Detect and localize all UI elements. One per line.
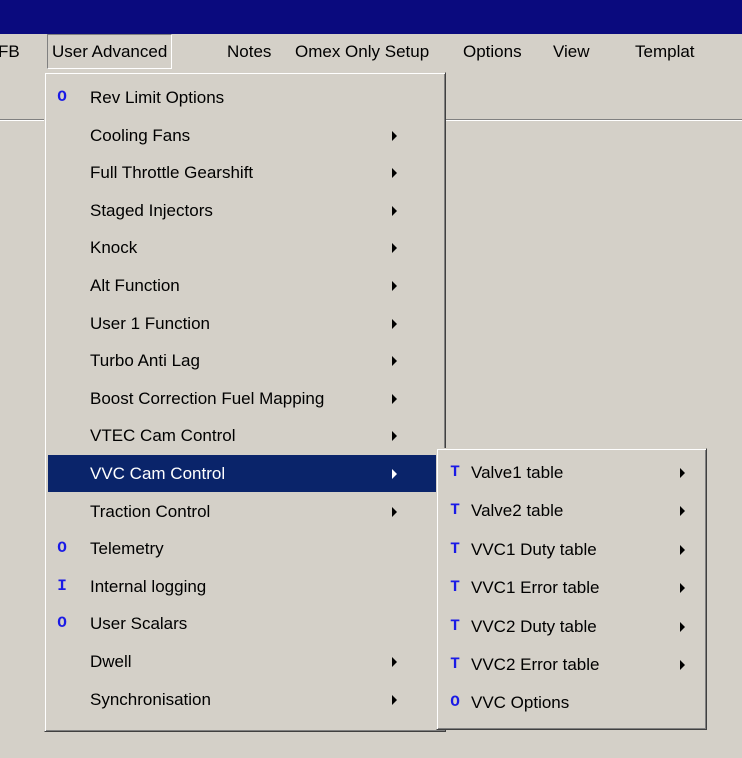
menu-item-label: Knock	[90, 238, 138, 258]
submenu-arrow-icon	[392, 168, 397, 179]
menu-view[interactable]: View	[549, 34, 594, 69]
menu-item-label: Rev Limit Options	[90, 88, 225, 107]
submenu-arrow-icon	[392, 657, 397, 667]
menu-item-rev-limit-options[interactable]: O Rev Limit Options	[48, 79, 442, 116]
submenu-arrow-icon	[392, 506, 397, 517]
submenu-arrow-icon	[392, 356, 397, 367]
menu-item-label: Turbo Anti Lag	[90, 351, 200, 371]
menu-item-alt-function[interactable]: Alt Function	[48, 267, 442, 304]
menu-item-user-scalars[interactable]: O User Scalars	[48, 605, 442, 642]
submenu-arrow-icon	[680, 583, 685, 594]
submenu-arrow-icon	[680, 468, 685, 478]
user-advanced-menu: O Rev Limit Options Cooling Fans Full Throt…	[44, 72, 446, 732]
submenu-arrow-icon	[680, 506, 685, 517]
submenu-item-vvc2-duty-table[interactable]: T VVC2 Duty table	[440, 608, 703, 645]
menu-item-label: Alt Function	[90, 276, 180, 295]
menu-item-label: VVC1 Duty table	[471, 539, 597, 559]
menu-item-boost-correction-fuel-mapping[interactable]: Boost Correction Fuel Mapping	[48, 380, 442, 417]
menu-item-dwell[interactable]: Dwell	[48, 643, 442, 680]
menu-item-label: Valve1 table	[471, 463, 564, 482]
menu-item-knock[interactable]: Knock	[48, 229, 442, 266]
submenu-item-vvc-options[interactable]: O VVC Options	[440, 684, 703, 721]
submenu-arrow-icon	[392, 243, 397, 254]
submenu-arrow-icon	[392, 694, 397, 705]
menu-fb[interactable]: FB	[0, 34, 24, 69]
menu-item-vtec-cam-control[interactable]: VTEC Cam Control	[48, 417, 442, 454]
submenu-arrow-icon	[392, 130, 397, 141]
menu-item-vvc-cam-control[interactable]: VVC Cam Control	[48, 455, 442, 492]
submenu-arrow-icon	[680, 621, 685, 632]
menu-bar: FB User Advanced Notes Omex Only Setup O…	[0, 34, 742, 69]
menu-item-mark: T	[450, 501, 460, 520]
submenu-item-valve2-table[interactable]: T Valve2 table	[440, 492, 703, 529]
submenu-item-vvc1-duty-table[interactable]: T VVC1 Duty table	[440, 531, 703, 568]
menu-item-mark: T	[450, 578, 460, 597]
background-separator	[0, 119, 48, 121]
menu-item-label: VVC2 Error table	[471, 655, 600, 674]
menu-item-label: VVC2 Duty table	[471, 616, 597, 636]
title-bar	[0, 0, 742, 34]
background-separator	[443, 119, 742, 121]
menu-options[interactable]: Options	[459, 34, 526, 69]
menu-item-label: VTEC Cam Control	[90, 426, 236, 446]
menu-item-mark: T	[450, 655, 460, 673]
menu-item-mark: O	[57, 539, 67, 558]
menu-item-label: Full Throttle Gearshift	[90, 163, 254, 183]
menu-item-label: VVC1 Error table	[471, 578, 600, 598]
menu-notes[interactable]: Notes	[223, 34, 275, 69]
menu-item-label: VVC Cam Control	[90, 464, 226, 483]
menu-item-mark: T	[450, 616, 460, 635]
menu-item-full-throttle-gearshift[interactable]: Full Throttle Gearshift	[48, 154, 442, 191]
menu-item-mark: O	[450, 693, 460, 712]
menu-item-label: VVC Options	[471, 693, 570, 713]
menu-item-label: Dwell	[90, 652, 132, 671]
menu-item-label: Internal logging	[90, 576, 207, 596]
menu-item-label: Synchronisation	[90, 689, 211, 709]
menu-item-mark: I	[57, 576, 67, 595]
submenu-item-vvc1-error-table[interactable]: T VVC1 Error table	[440, 569, 703, 606]
menu-item-mark: O	[57, 614, 67, 633]
submenu-arrow-icon	[392, 469, 397, 479]
menu-item-mark: O	[57, 88, 67, 106]
menu-omex-only-setup[interactable]: Omex Only Setup	[291, 34, 433, 69]
submenu-arrow-icon	[392, 281, 397, 291]
submenu-arrow-icon	[392, 318, 397, 329]
menu-item-label: Valve2 table	[471, 501, 564, 521]
submenu-arrow-icon	[680, 660, 685, 670]
submenu-item-valve1-table[interactable]: T Valve1 table	[440, 454, 703, 491]
submenu-arrow-icon	[392, 205, 397, 216]
menu-item-mark: T	[450, 463, 460, 481]
menu-item-telemetry[interactable]: O Telemetry	[48, 530, 442, 567]
menu-item-cooling-fans[interactable]: Cooling Fans	[48, 117, 442, 154]
menu-user-advanced[interactable]: User Advanced	[47, 34, 173, 69]
menu-item-label: User Scalars	[90, 614, 188, 634]
menu-item-label: Telemetry	[90, 539, 164, 559]
menu-item-synchronisation[interactable]: Synchronisation	[48, 681, 442, 718]
menu-item-internal-logging[interactable]: I Internal logging	[48, 568, 442, 605]
menu-item-label: Boost Correction Fuel Mapping	[90, 388, 325, 408]
submenu-arrow-icon	[680, 544, 685, 555]
submenu-arrow-icon	[392, 393, 397, 404]
menu-item-staged-injectors[interactable]: Staged Injectors	[48, 192, 442, 229]
menu-item-label: User 1 Function	[90, 313, 210, 333]
menu-item-mark: T	[450, 539, 460, 558]
menu-item-label: Cooling Fans	[90, 125, 191, 145]
menu-templates[interactable]: Templat	[631, 34, 699, 69]
menu-item-turbo-anti-lag[interactable]: Turbo Anti Lag	[48, 342, 442, 379]
menu-item-label: Staged Injectors	[90, 200, 213, 220]
menu-item-user-1-function[interactable]: User 1 Function	[48, 305, 442, 342]
submenu-arrow-icon	[392, 431, 397, 442]
submenu-item-vvc2-error-table[interactable]: T VVC2 Error table	[440, 646, 703, 683]
menu-item-label: Traction Control	[90, 501, 211, 521]
menu-item-traction-control[interactable]: Traction Control	[48, 493, 442, 530]
vvc-cam-control-submenu: T Valve1 table T Valve2 table T VVC1 Duty tab…	[436, 448, 707, 730]
